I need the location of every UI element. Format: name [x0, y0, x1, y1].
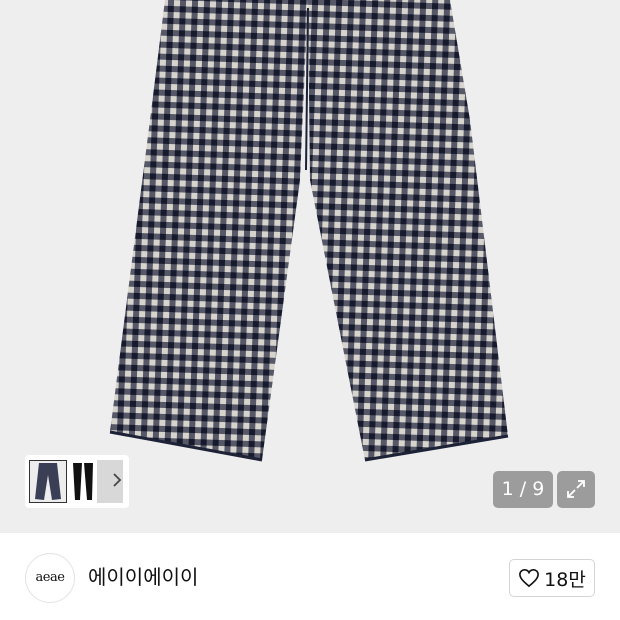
product-image-gallery[interactable]: 1 / 9 — [0, 0, 620, 533]
thumbnail[interactable] — [69, 460, 97, 503]
seller-logo[interactable]: aeae — [25, 553, 75, 603]
heart-outline-icon — [519, 568, 540, 588]
thumbnail-selected[interactable] — [29, 460, 67, 503]
expand-icon — [567, 480, 585, 498]
seller-name[interactable]: 에이이에이이 — [88, 563, 198, 591]
chevron-right-icon[interactable] — [111, 471, 123, 489]
product-image — [109, 0, 509, 462]
thumbnail-strip[interactable] — [25, 455, 129, 508]
like-count: 18만 — [544, 568, 586, 591]
expand-button[interactable] — [557, 471, 595, 508]
like-button[interactable]: 18만 — [509, 559, 595, 597]
image-counter: 1 / 9 — [493, 471, 553, 508]
seller-bar: aeae 에이이에이이 18만 — [0, 533, 620, 620]
